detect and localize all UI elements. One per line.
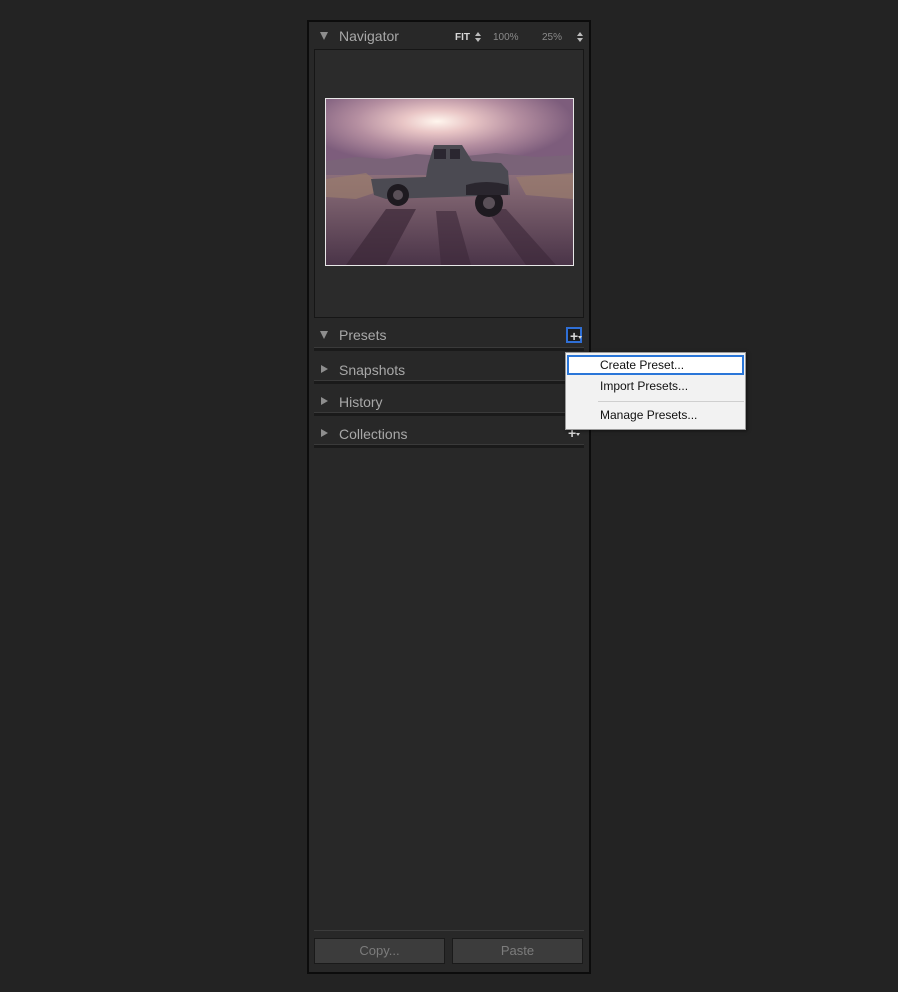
zoom-fit-option[interactable]: FIT (455, 32, 470, 43)
menu-item-manage-presets[interactable]: Manage Presets... (567, 406, 744, 426)
navigator-header[interactable]: Navigator FIT 100% 25% (309, 22, 589, 50)
presets-section-header[interactable]: Presets + (309, 321, 589, 351)
bottom-divider (314, 930, 584, 931)
plus-icon: + (570, 328, 579, 344)
section-divider (314, 380, 584, 384)
section-divider (314, 347, 584, 351)
chevron-down-icon (578, 336, 582, 339)
collections-section-header[interactable]: Collections + (309, 418, 589, 448)
preset-context-menu: Create Preset... Import Presets... Manag… (565, 352, 746, 430)
triangle-right-icon[interactable] (321, 397, 328, 405)
history-section-header[interactable]: History (309, 386, 589, 416)
add-preset-button[interactable]: + (566, 327, 582, 344)
paste-button[interactable]: Paste (452, 938, 583, 964)
snapshots-title: Snapshots (339, 362, 406, 378)
copy-button[interactable]: Copy... (314, 938, 445, 964)
triangle-down-icon[interactable] (320, 32, 328, 40)
menu-item-import-presets[interactable]: Import Presets... (567, 377, 744, 397)
up-down-arrows-icon[interactable] (475, 32, 481, 42)
chevron-down-icon (576, 433, 580, 436)
menu-separator (598, 401, 744, 402)
triangle-down-icon[interactable] (320, 331, 328, 339)
snapshots-section-header[interactable]: Snapshots (309, 354, 589, 384)
truck-photo-image (326, 99, 573, 265)
up-down-arrows-icon[interactable] (577, 32, 583, 42)
presets-title: Presets (339, 327, 387, 343)
left-panel: Navigator FIT 100% 25% Presets + Snapsho… (307, 20, 591, 974)
menu-item-create-preset[interactable]: Create Preset... (567, 355, 744, 375)
triangle-right-icon[interactable] (321, 365, 328, 373)
section-divider (314, 444, 584, 448)
zoom-25-option[interactable]: 25% (542, 32, 562, 43)
triangle-right-icon[interactable] (321, 429, 328, 437)
navigator-title: Navigator (339, 28, 399, 44)
section-divider (314, 412, 584, 416)
collections-title: Collections (339, 426, 408, 442)
history-title: History (339, 394, 383, 410)
app-background: { "navigator": { "title": "Navigator", "… (0, 0, 898, 992)
photo-thumbnail[interactable] (325, 98, 574, 266)
navigator-preview[interactable] (314, 49, 584, 318)
zoom-100-option[interactable]: 100% (493, 32, 519, 43)
